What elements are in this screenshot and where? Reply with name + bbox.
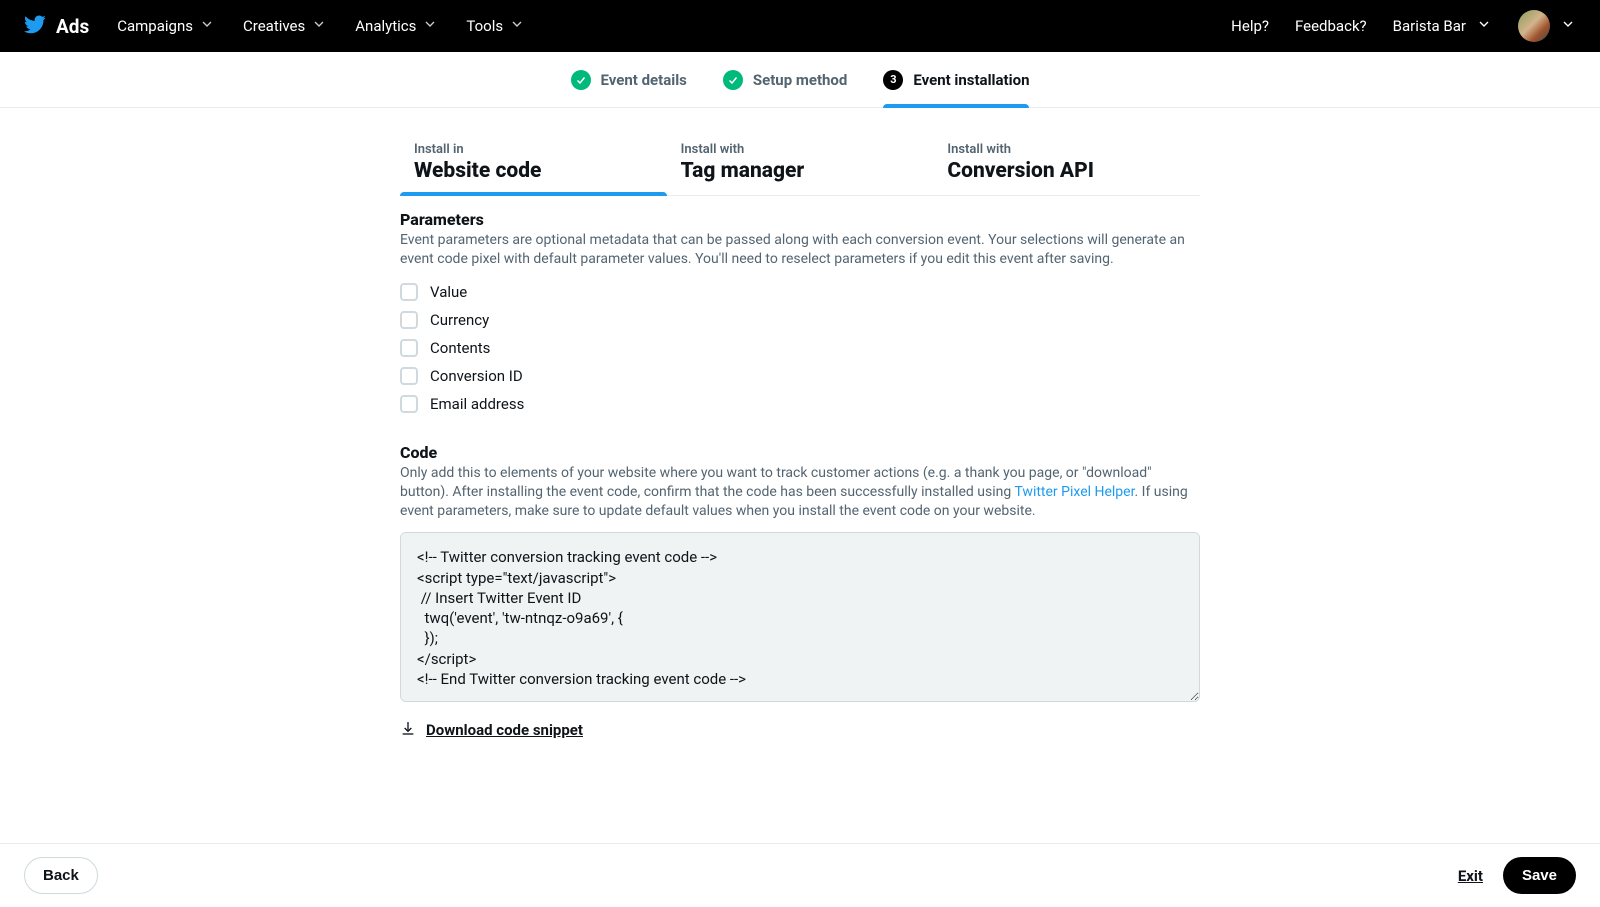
save-button[interactable]: Save xyxy=(1503,857,1576,894)
step-event-installation[interactable]: 3 Event installation xyxy=(883,52,1029,107)
step-label: Setup method xyxy=(753,71,847,89)
nav-campaigns[interactable]: Campaigns xyxy=(117,16,215,36)
twitter-icon xyxy=(24,13,46,39)
main-content: Install in Website code Install with Tag… xyxy=(400,108,1200,840)
tab-website-code[interactable]: Install in Website code xyxy=(400,132,667,195)
checkbox-icon xyxy=(400,283,418,301)
checkbox-label: Email address xyxy=(430,395,524,413)
account-switcher[interactable]: Barista Bar xyxy=(1393,16,1492,36)
download-label: Download code snippet xyxy=(426,721,583,739)
check-icon xyxy=(571,70,591,90)
tab-title: Conversion API xyxy=(947,159,1186,183)
feedback-link[interactable]: Feedback? xyxy=(1295,17,1367,35)
step-number-badge: 3 xyxy=(883,70,903,90)
checkbox-value[interactable]: Value xyxy=(400,283,1200,301)
code-description: Only add this to elements of your websit… xyxy=(400,464,1200,521)
step-label: Event details xyxy=(601,71,687,89)
checkbox-icon xyxy=(400,395,418,413)
wizard-footer: Back Exit Save xyxy=(0,843,1600,907)
wizard-steps: Event details Setup method 3 Event insta… xyxy=(0,52,1600,108)
install-method-tabs: Install in Website code Install with Tag… xyxy=(400,132,1200,196)
download-icon xyxy=(400,720,416,740)
chevron-down-icon xyxy=(311,16,327,36)
checkbox-contents[interactable]: Contents xyxy=(400,339,1200,357)
checkbox-label: Contents xyxy=(430,339,490,357)
nav-label: Creatives xyxy=(243,17,305,35)
tab-overline: Install with xyxy=(681,142,920,157)
checkbox-icon xyxy=(400,311,418,329)
help-link[interactable]: Help? xyxy=(1231,17,1269,35)
tab-overline: Install in xyxy=(414,142,653,157)
avatar xyxy=(1518,10,1550,42)
tab-title: Website code xyxy=(414,159,653,183)
chevron-down-icon xyxy=(422,16,438,36)
checkbox-icon xyxy=(400,339,418,357)
code-snippet-textarea[interactable] xyxy=(400,532,1200,702)
checkbox-currency[interactable]: Currency xyxy=(400,311,1200,329)
step-label: Event installation xyxy=(913,71,1029,89)
checkbox-label: Currency xyxy=(430,311,489,329)
user-menu[interactable] xyxy=(1518,10,1576,42)
tab-conversion-api[interactable]: Install with Conversion API xyxy=(933,132,1200,195)
tab-overline: Install with xyxy=(947,142,1186,157)
top-nav: Ads Campaigns Creatives Analytics Tools … xyxy=(0,0,1600,52)
logo[interactable]: Ads xyxy=(24,13,89,39)
chevron-down-icon xyxy=(1560,16,1576,36)
back-button[interactable]: Back xyxy=(24,857,98,894)
download-snippet-link[interactable]: Download code snippet xyxy=(400,720,583,740)
chevron-down-icon xyxy=(1476,16,1492,36)
tab-title: Tag manager xyxy=(681,159,920,183)
exit-link[interactable]: Exit xyxy=(1458,867,1483,885)
nav-label: Tools xyxy=(466,17,503,35)
nav-tools[interactable]: Tools xyxy=(466,16,525,36)
tab-tag-manager[interactable]: Install with Tag manager xyxy=(667,132,934,195)
checkbox-icon xyxy=(400,367,418,385)
parameters-list: Value Currency Contents Conversion ID Em… xyxy=(400,283,1200,413)
check-icon xyxy=(723,70,743,90)
parameters-description: Event parameters are optional metadata t… xyxy=(400,231,1200,269)
pixel-helper-link[interactable]: Twitter Pixel Helper xyxy=(1014,484,1134,500)
nav-creatives[interactable]: Creatives xyxy=(243,16,327,36)
top-nav-left: Ads Campaigns Creatives Analytics Tools xyxy=(24,13,525,39)
nav-analytics[interactable]: Analytics xyxy=(355,16,438,36)
nav-label: Campaigns xyxy=(117,17,193,35)
step-event-details[interactable]: Event details xyxy=(571,52,687,107)
step-setup-method[interactable]: Setup method xyxy=(723,52,847,107)
account-name: Barista Bar xyxy=(1393,17,1466,35)
footer-right: Exit Save xyxy=(1458,857,1576,894)
checkbox-conversion-id[interactable]: Conversion ID xyxy=(400,367,1200,385)
top-nav-right: Help? Feedback? Barista Bar xyxy=(1231,10,1576,42)
app-name: Ads xyxy=(56,15,89,38)
checkbox-label: Conversion ID xyxy=(430,367,523,385)
nav-label: Analytics xyxy=(355,17,416,35)
checkbox-email-address[interactable]: Email address xyxy=(400,395,1200,413)
parameters-heading: Parameters xyxy=(400,210,1200,229)
checkbox-label: Value xyxy=(430,283,467,301)
chevron-down-icon xyxy=(509,16,525,36)
chevron-down-icon xyxy=(199,16,215,36)
code-heading: Code xyxy=(400,443,1200,462)
